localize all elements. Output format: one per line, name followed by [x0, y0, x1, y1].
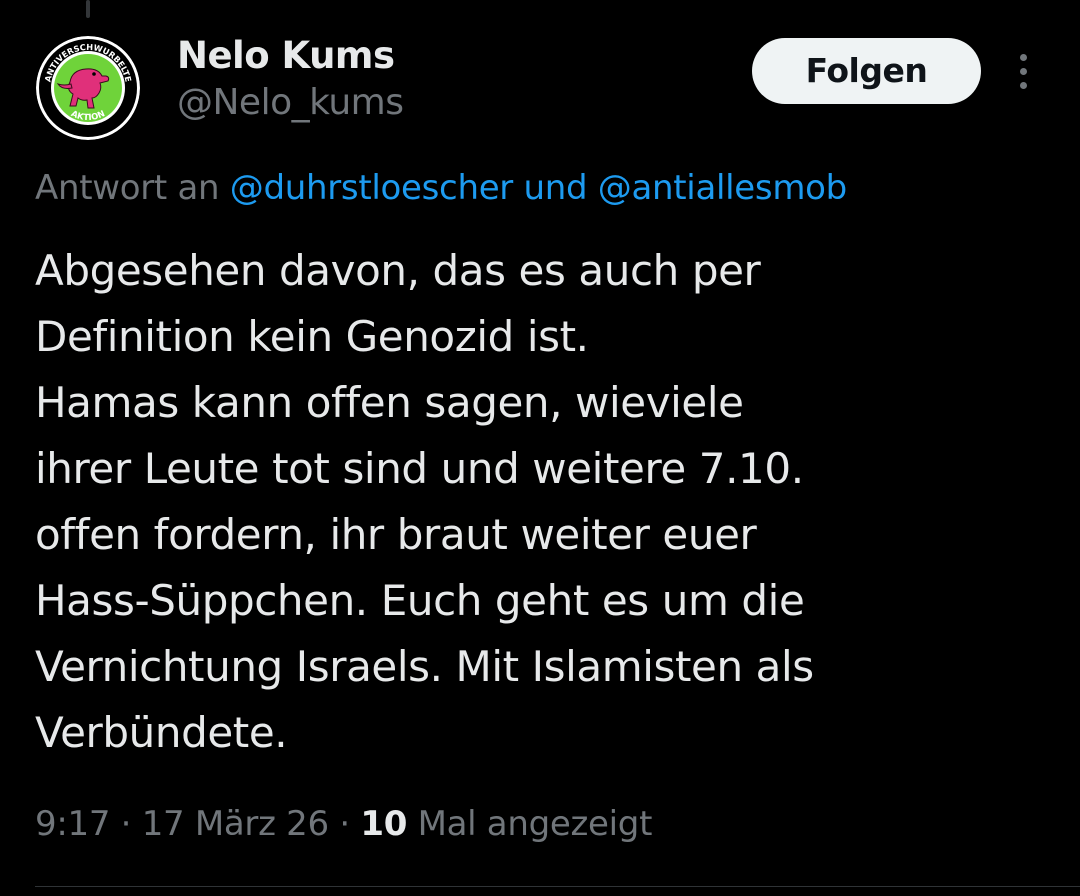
- author-display-name[interactable]: Nelo Kums: [177, 34, 395, 77]
- author-handle[interactable]: @Nelo_kums: [177, 82, 404, 123]
- more-vertical-icon[interactable]: [1008, 50, 1040, 94]
- reply-conjunction: und: [513, 168, 598, 208]
- reply-context: Antwort an @duhrstloescher und @antialle…: [35, 168, 847, 208]
- tweet-time[interactable]: 9:17: [35, 804, 110, 844]
- thread-connector-line: [86, 0, 90, 18]
- avatar[interactable]: ANTIVERSCHWURBELTE AKTION: [36, 36, 140, 140]
- tweet-date[interactable]: 17 März 26: [142, 804, 329, 844]
- more-dot: [1020, 68, 1027, 75]
- mention-link-duhrstloescher[interactable]: @duhrstloescher: [230, 168, 514, 208]
- meta-separator: ·: [110, 804, 142, 844]
- meta-separator: ·: [328, 804, 361, 844]
- follow-button[interactable]: Folgen: [752, 38, 981, 104]
- views-count: 10: [360, 804, 408, 844]
- views-label: Mal angezeigt: [407, 804, 653, 844]
- more-dot: [1020, 54, 1027, 61]
- divider: [35, 886, 1080, 887]
- reply-prefix: Antwort an: [35, 168, 230, 208]
- mention-link-antiallesmob[interactable]: @antiallesmob: [598, 168, 847, 208]
- dinosaur-logo-icon: ANTIVERSCHWURBELTE AKTION: [36, 36, 140, 140]
- tweet-text: Abgesehen davon, das es auch per Definit…: [35, 246, 814, 757]
- tweet-metadata: 9:17 · 17 März 26 · 10 Mal angezeigt: [35, 804, 652, 844]
- more-dot: [1020, 82, 1027, 89]
